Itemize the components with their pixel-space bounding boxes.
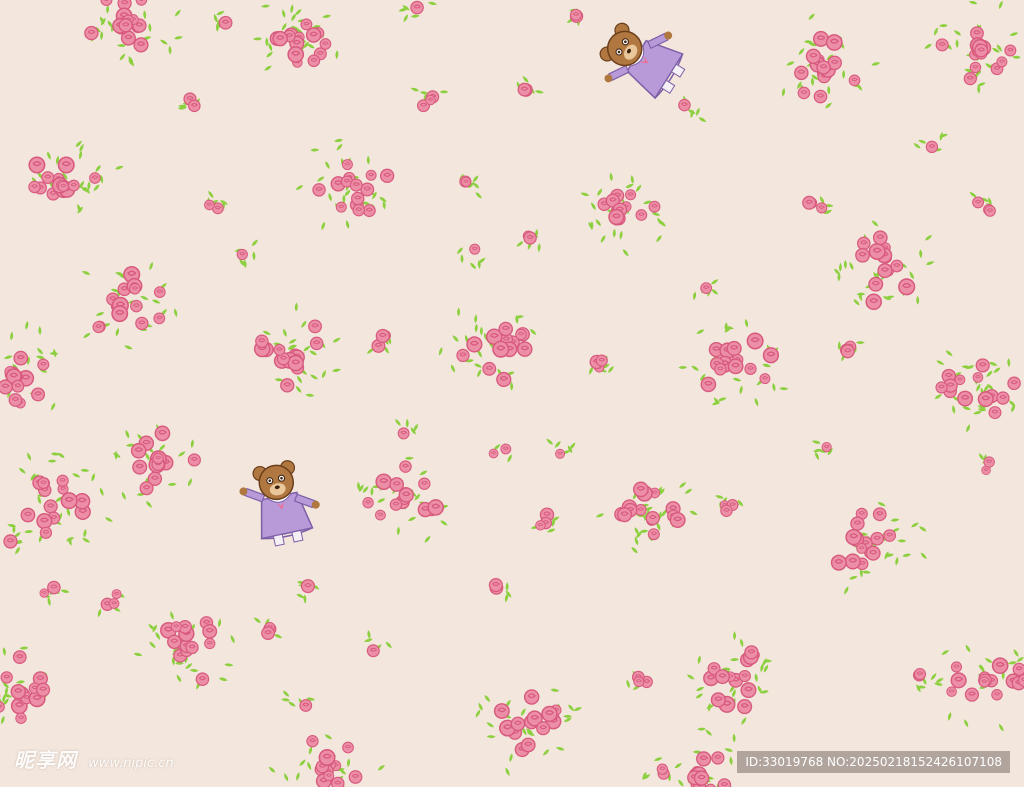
rose-sprig: [714, 494, 745, 517]
rose-bouquet: [437, 307, 538, 391]
rose-sprig: [212, 9, 233, 32]
rose-sprig: [912, 668, 938, 694]
rose-sprig: [837, 340, 865, 363]
watermark-id: ID:33019768 NO:20250218152426107108: [737, 751, 1010, 773]
rose-bouquet: [933, 349, 1021, 434]
rose-bouquet: [580, 172, 667, 258]
watermark-left: 昵享网 www.nipic.cn: [14, 744, 174, 773]
rose-bouquet: [6, 451, 114, 547]
rose-sprig: [678, 95, 708, 124]
rose-bouquet: [81, 261, 179, 351]
rose-sprig: [252, 616, 283, 641]
rose-bouquet: [781, 12, 881, 110]
rose-sprig: [410, 86, 449, 113]
rose-sprig: [530, 507, 561, 534]
rose-sprig: [295, 579, 321, 604]
rose-sprig: [968, 190, 996, 217]
rose-bouquet: [830, 500, 929, 596]
rose-bouquet: [474, 688, 583, 777]
rose-sprig: [811, 439, 834, 461]
rose-sprig: [455, 243, 487, 271]
rose-bouquet: [294, 138, 395, 231]
rose-bouquets: [0, 0, 1024, 787]
floral-pattern-canvas: [0, 0, 1024, 787]
teddy-bear-top: [587, 5, 699, 115]
rose-bouquet: [267, 733, 386, 787]
rose-bouquet: [641, 727, 736, 787]
rose-sprig: [625, 669, 653, 692]
rose-bouquet: [933, 643, 1024, 733]
rose-bouquet: [686, 631, 773, 726]
rose-bouquet: [133, 610, 236, 691]
rose-sprig: [234, 238, 260, 269]
rose-sprig: [515, 228, 541, 253]
rose-bouquet: [252, 3, 339, 72]
watermark-url: www.nipic.cn: [88, 756, 174, 771]
rose-bouquet: [112, 423, 201, 509]
teddy-bear-left: [234, 455, 328, 552]
rose-sprig: [39, 580, 70, 607]
rose-bouquet: [595, 480, 699, 555]
rose-sprig: [177, 92, 202, 113]
rose-bouquet: [28, 139, 125, 215]
rose-sprig: [545, 437, 577, 459]
rose-sprig: [977, 452, 995, 476]
rose-bouquet: [678, 318, 789, 407]
rose-sprig: [515, 74, 545, 97]
rose-sprig: [280, 689, 316, 712]
rose-sprig: [398, 0, 438, 24]
rose-sprig: [488, 442, 514, 463]
rose-sprig: [393, 417, 420, 441]
rose-bouquet: [0, 646, 51, 725]
rose-sprig: [96, 589, 126, 618]
rose-bouquet: [923, 0, 1021, 94]
rose-bouquet: [833, 219, 935, 311]
watermark-brand: 昵享网: [14, 748, 77, 772]
rose-sprig: [912, 131, 949, 154]
rose-sprig: [802, 195, 834, 216]
rose-sprig: [365, 328, 393, 356]
rose-sprig: [587, 354, 615, 376]
rose-sprig: [204, 189, 229, 215]
rose-bouquet: [0, 320, 59, 412]
rose-sprig: [692, 278, 720, 301]
rose-bouquet: [84, 0, 184, 68]
rose-sprig: [488, 577, 513, 603]
rose-sprig: [458, 172, 483, 200]
rose-bouquet: [253, 302, 342, 398]
rose-bouquet: [356, 456, 449, 544]
rose-sprig: [3, 524, 34, 556]
rose-sprig: [566, 7, 584, 27]
rose-sprig: [363, 629, 394, 658]
